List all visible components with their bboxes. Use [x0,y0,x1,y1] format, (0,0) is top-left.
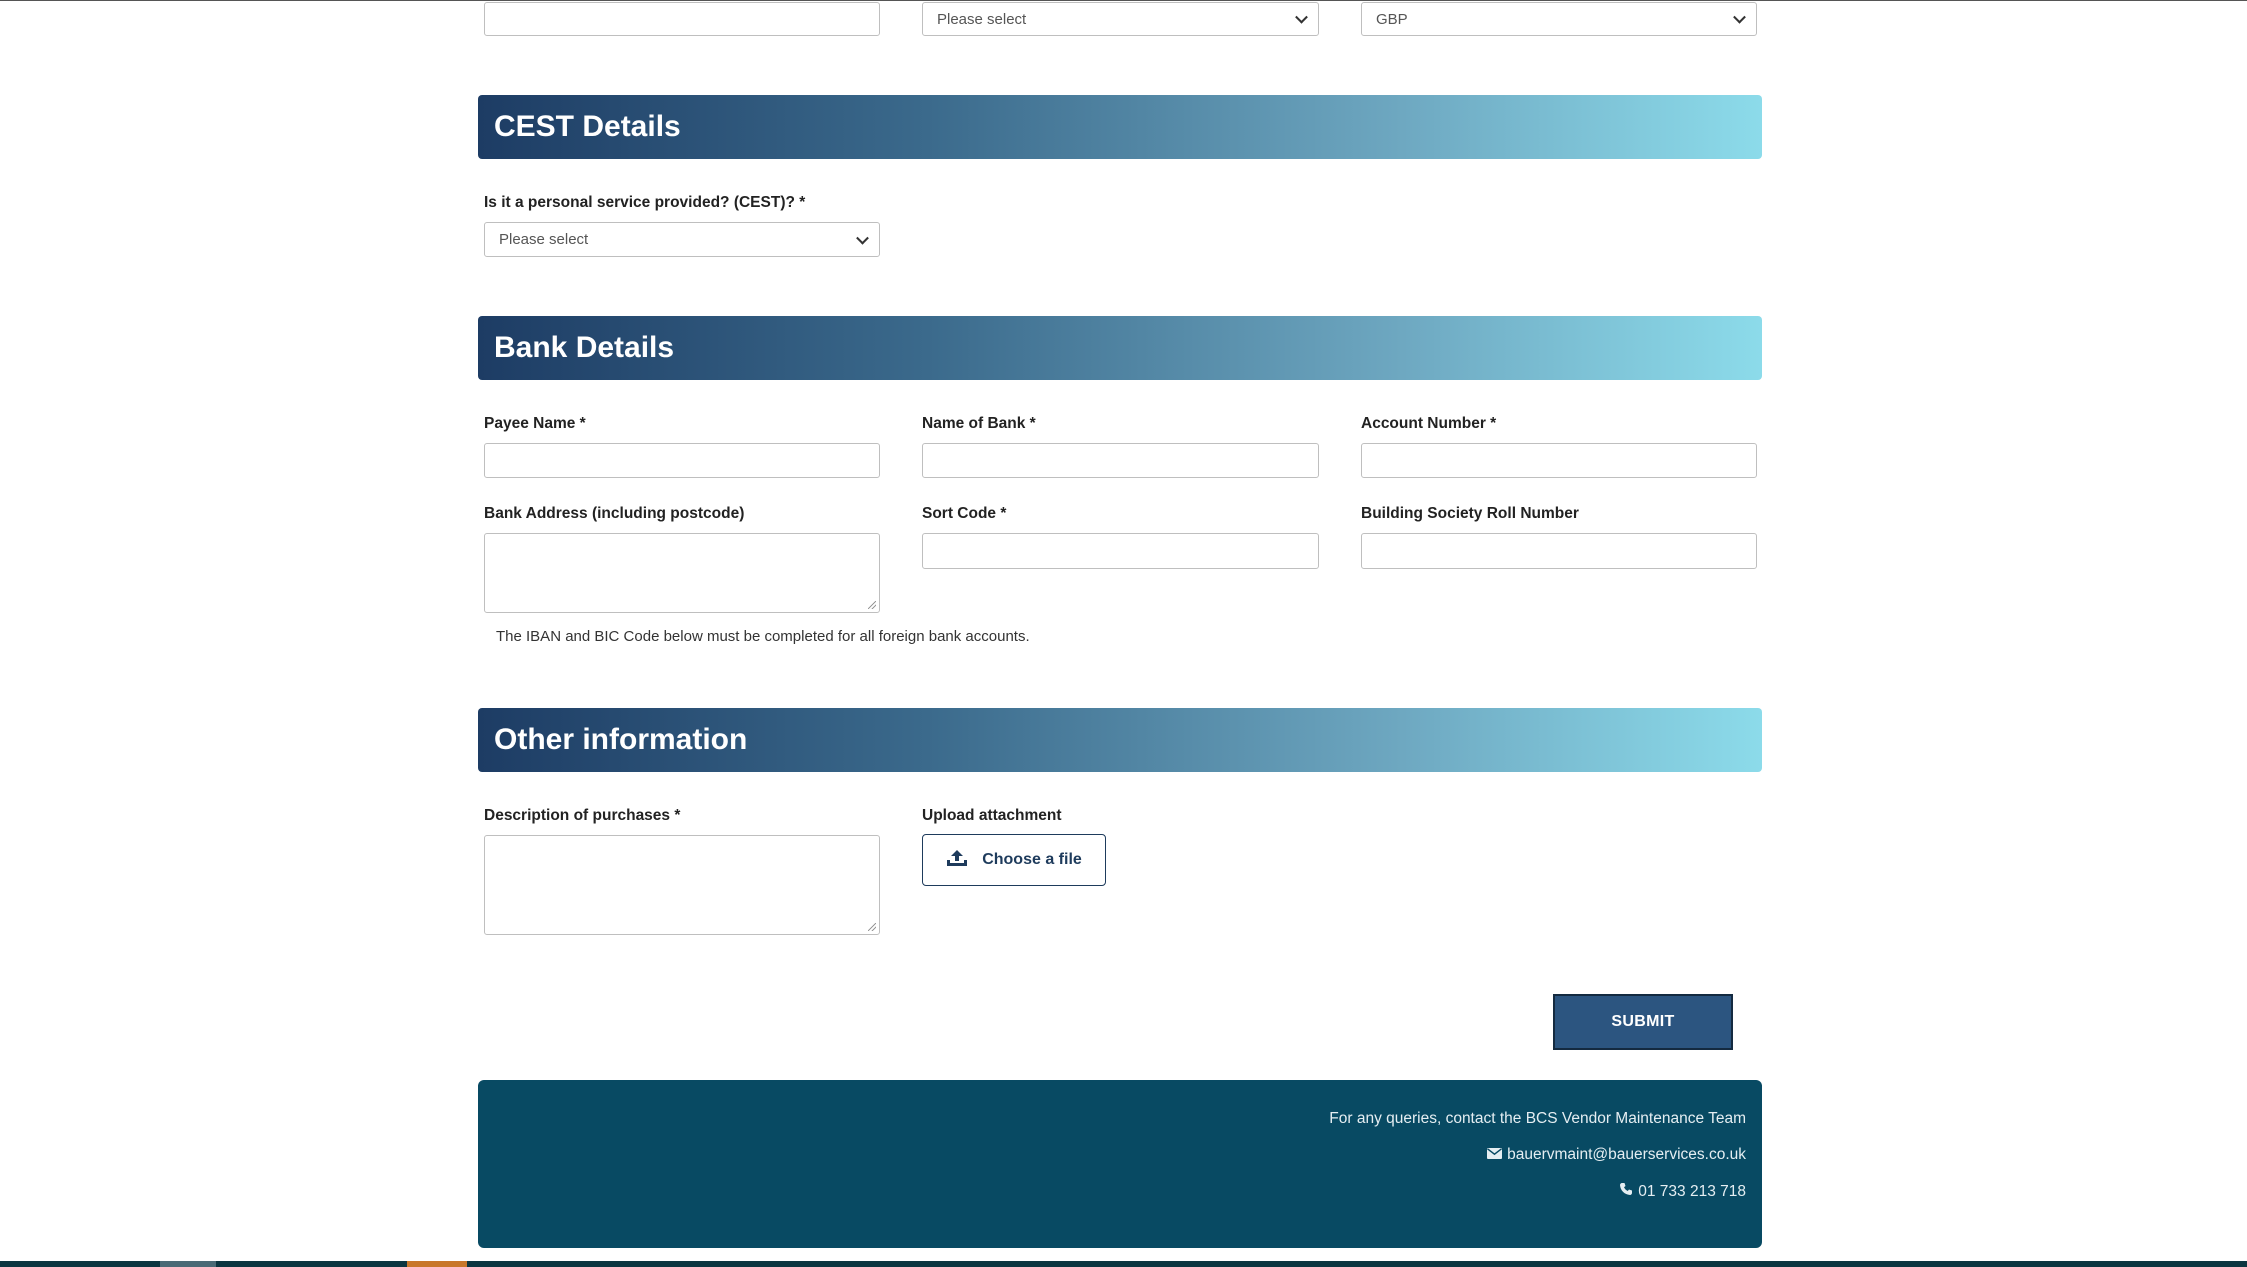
roll-number-label: Building Society Roll Number [1361,505,1579,522]
chevron-down-icon [1733,10,1746,24]
other-section-header: Other information [478,708,1762,772]
cest-select[interactable]: Please select [484,222,880,257]
account-number-input[interactable] [1361,443,1757,478]
choose-file-button[interactable]: Choose a file [922,834,1106,886]
top-border [0,0,2247,1]
currency-select-value: GBP [1376,10,1408,28]
upload-label: Upload attachment [922,807,1062,824]
bank-section-header: Bank Details [478,316,1762,380]
roll-number-input[interactable] [1361,533,1757,569]
cest-question-label: Is it a personal service provided? (CEST… [484,194,806,211]
resize-handle[interactable] [868,601,876,609]
other-section-title: Other information [494,723,748,756]
iban-note: The IBAN and BIC Code below must be comp… [496,628,1030,645]
cest-section-header: CEST Details [478,95,1762,159]
envelope-icon [1487,1146,1503,1164]
top-select-1-value: Please select [937,10,1027,28]
sort-code-input[interactable] [922,533,1319,569]
phone-icon [1619,1182,1633,1201]
account-number-label: Account Number * [1361,415,1497,432]
description-textarea[interactable] [484,835,880,935]
taskbar-segment [160,1261,216,1267]
submit-label: SUBMIT [1611,1013,1675,1030]
footer: For any queries, contact the BCS Vendor … [478,1080,1762,1248]
footer-email-line[interactable]: bauervmaint@bauerservices.co.uk [1487,1146,1746,1164]
chevron-down-icon [1295,10,1308,24]
resize-handle[interactable] [868,923,876,931]
currency-select[interactable]: GBP [1361,2,1757,36]
bank-name-label: Name of Bank * [922,415,1036,432]
footer-phone-line: 01 733 213 718 [1619,1182,1746,1201]
taskbar-segment-active [407,1261,467,1267]
footer-contact-text: For any queries, contact the BCS Vendor … [1329,1110,1746,1127]
footer-email[interactable]: bauervmaint@bauerservices.co.uk [1507,1146,1746,1164]
upload-icon [946,848,968,873]
submit-button[interactable]: SUBMIT [1553,994,1733,1050]
bank-name-input[interactable] [922,443,1319,478]
payee-name-input[interactable] [484,443,880,478]
bank-section-title: Bank Details [494,331,675,364]
taskbar-strip [0,1261,2247,1267]
chevron-down-icon [856,231,869,245]
cest-section-title: CEST Details [494,110,681,143]
description-label: Description of purchases * [484,807,681,824]
bank-address-textarea[interactable] [484,533,880,613]
top-text-input[interactable] [484,2,880,36]
top-select-1[interactable]: Please select [922,2,1319,36]
footer-phone: 01 733 213 718 [1638,1182,1746,1200]
bank-address-label: Bank Address (including postcode) [484,505,745,522]
footer-contact-line: For any queries, contact the BCS Vendor … [1329,1110,1746,1128]
choose-file-label: Choose a file [982,851,1082,868]
sort-code-label: Sort Code * [922,505,1007,522]
payee-name-label: Payee Name * [484,415,586,432]
cest-select-value: Please select [499,231,589,248]
